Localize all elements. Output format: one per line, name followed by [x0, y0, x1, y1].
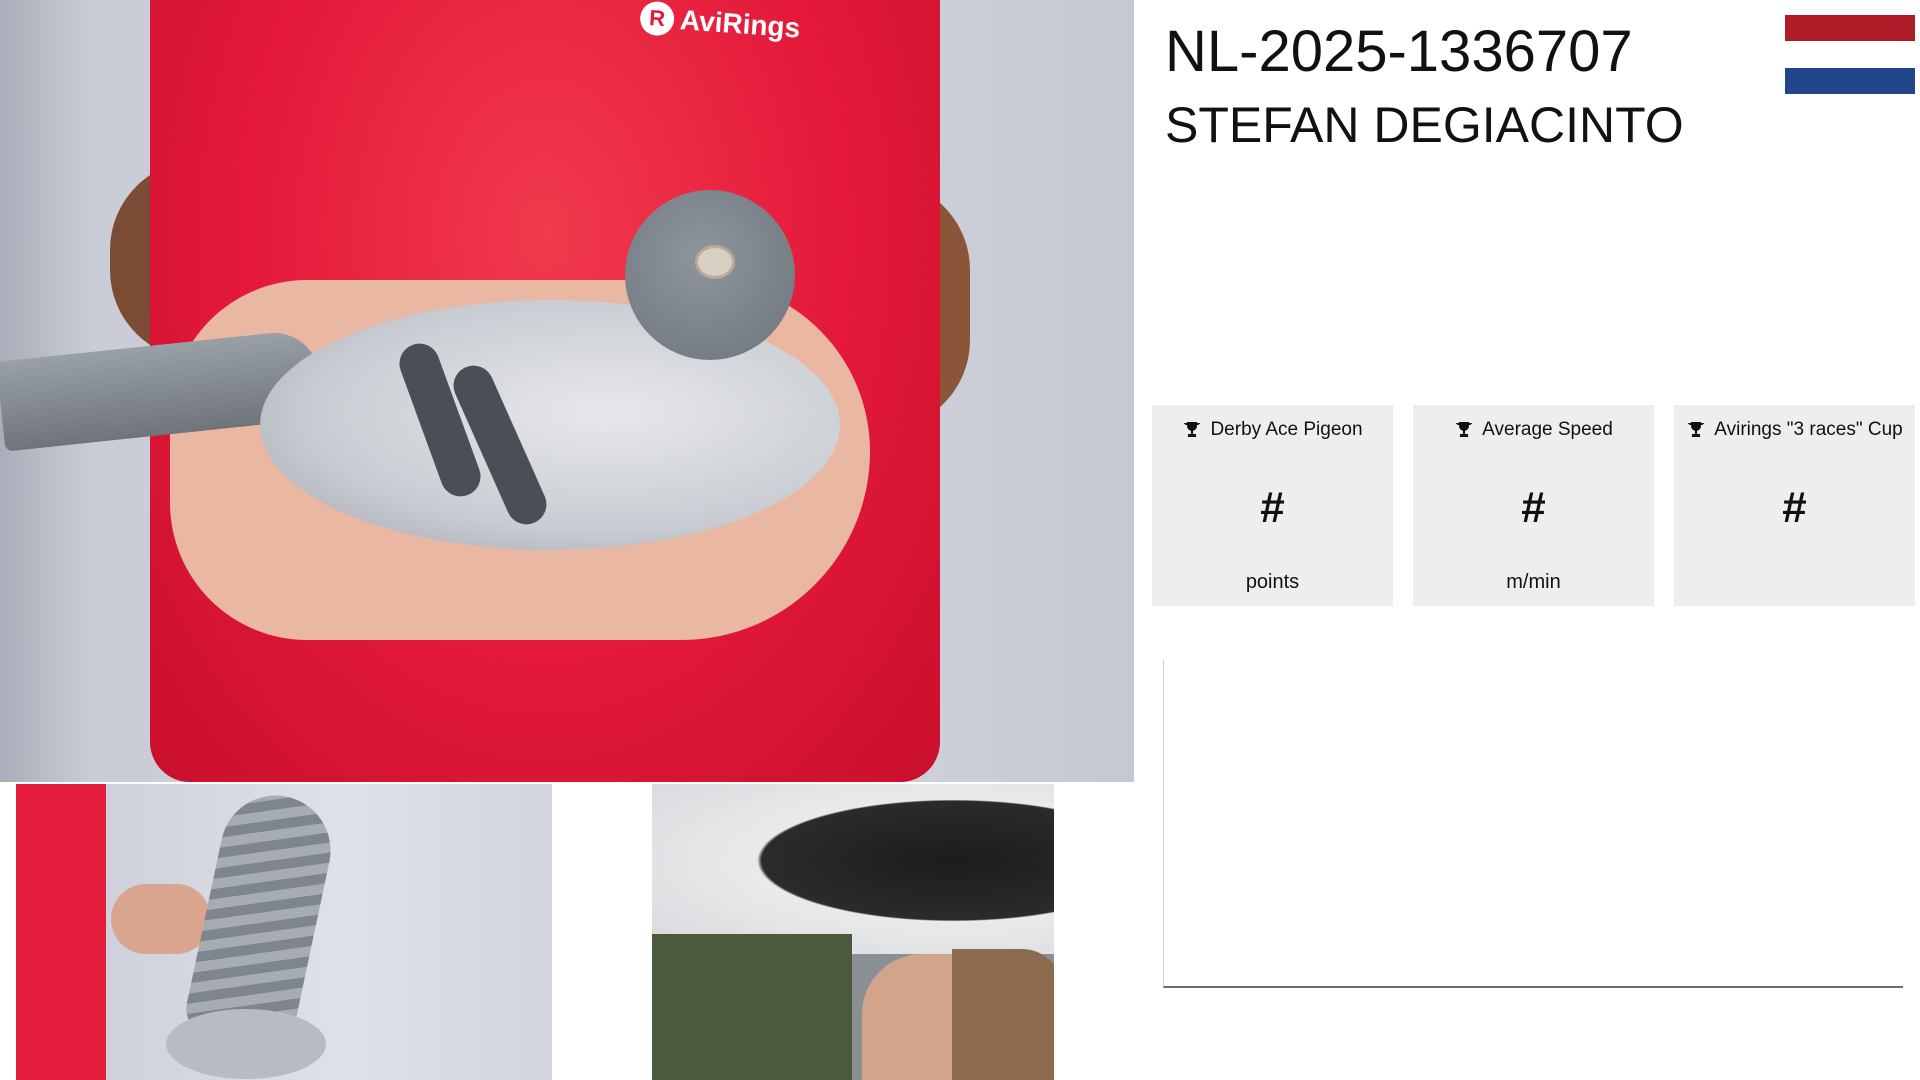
trophy-icon [1184, 422, 1201, 437]
wing-photo-thumbnail[interactable] [16, 784, 552, 1080]
stat-card-derby-ace: Derby Ace Pigeon # points [1152, 405, 1393, 606]
dog [652, 784, 1054, 954]
pigeon-eye [695, 245, 735, 279]
stat-title: Avirings "3 races" Cup [1714, 419, 1903, 440]
stat-unit: m/min [1506, 571, 1561, 593]
stat-value: # [1260, 483, 1285, 532]
trophy-icon [1456, 422, 1473, 437]
stat-card-average-speed: Average Speed # m/min [1413, 405, 1654, 606]
logo-text: AviRings [679, 4, 802, 44]
owner-hair [952, 949, 1054, 1080]
logo-badge-icon: R [639, 0, 676, 37]
red-shirt [16, 784, 106, 1080]
stat-card-3-races-cup: Avirings "3 races" Cup # [1674, 405, 1915, 606]
owner-name: STEFAN DEGIACINTO [1165, 97, 1684, 153]
netherlands-flag-icon [1785, 15, 1915, 94]
results-panel [1163, 660, 1903, 988]
hand [111, 884, 211, 954]
stat-title: Average Speed [1482, 419, 1613, 440]
owner-photo-thumbnail[interactable] [652, 784, 1054, 1080]
flag-stripe-blue [1785, 67, 1915, 94]
green-coat [652, 934, 852, 1080]
main-pigeon-photo[interactable]: R AviRings [0, 0, 1134, 782]
stat-value: # [1521, 483, 1546, 532]
flag-stripe-white [1785, 41, 1915, 68]
stat-title: Derby Ace Pigeon [1210, 419, 1363, 440]
stat-unit: points [1245, 571, 1300, 593]
flag-stripe-red [1785, 15, 1915, 42]
pigeon-body [166, 1009, 326, 1079]
trophy-icon [1688, 422, 1705, 437]
stat-value: # [1782, 483, 1807, 532]
ring-number: NL-2025-1336707 [1165, 19, 1633, 84]
